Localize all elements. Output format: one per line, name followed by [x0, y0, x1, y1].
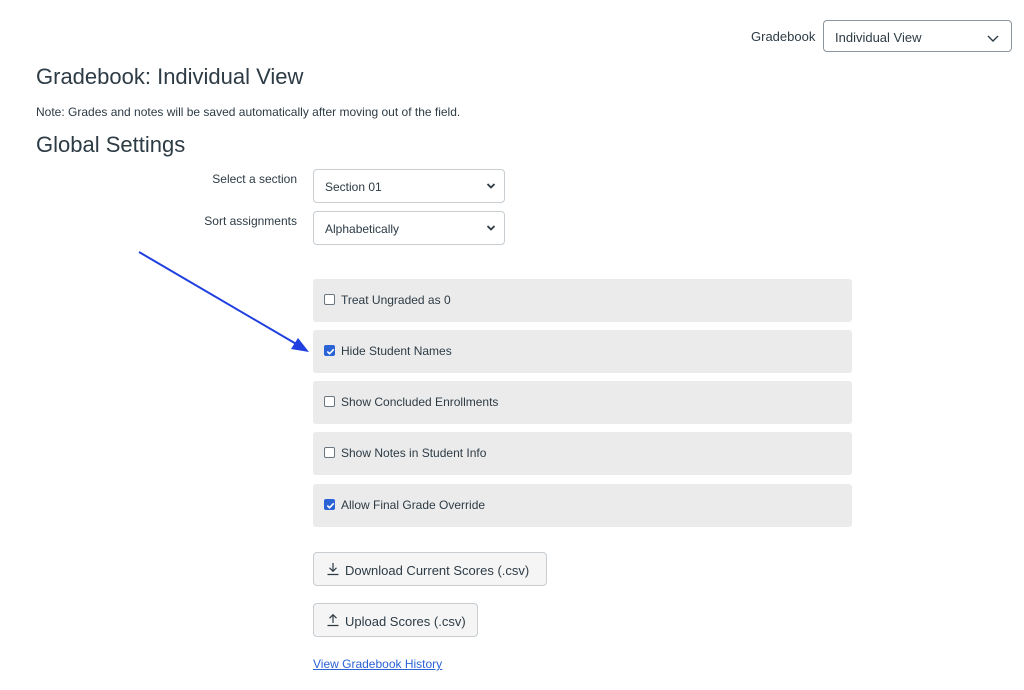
annotation-arrow	[138, 251, 309, 352]
